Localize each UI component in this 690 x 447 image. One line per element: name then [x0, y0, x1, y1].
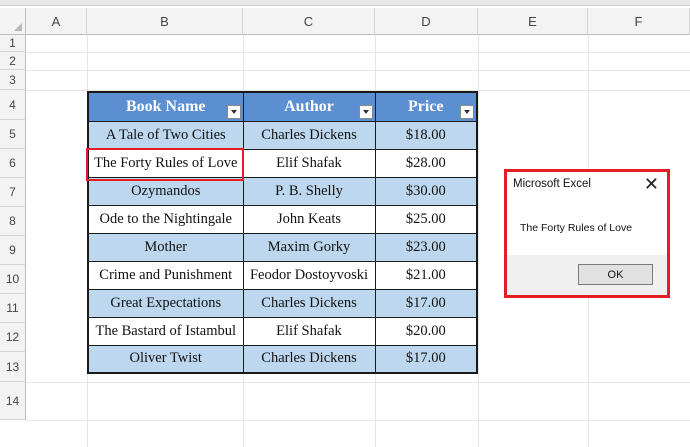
cell-author[interactable]: Elif Shafak: [242, 316, 376, 346]
cell-price[interactable]: $20.00: [374, 316, 478, 346]
books-table: Book Name Author Price A Tale of Two Cit…: [87, 91, 478, 374]
column-header-d[interactable]: D: [375, 8, 478, 35]
row-header-12[interactable]: 12: [0, 323, 26, 352]
column-header-f[interactable]: F: [588, 8, 690, 35]
table-row: Mother Maxim Gorky $23.00: [87, 232, 478, 262]
table-row: Ode to the Nightingale John Keats $25.00: [87, 204, 478, 234]
select-all-triangle-icon: [14, 23, 22, 31]
row-header-4[interactable]: 4: [0, 90, 26, 120]
header-book-name[interactable]: Book Name: [87, 91, 244, 122]
select-all-corner[interactable]: [0, 8, 26, 35]
cell-author[interactable]: Charles Dickens: [242, 120, 376, 150]
gridline: [26, 382, 690, 383]
cell-author[interactable]: Feodor Dostoyvoski: [242, 260, 376, 290]
table-row: The Bastard of Istambul Elif Shafak $20.…: [87, 316, 478, 346]
row-header-13[interactable]: 13: [0, 352, 26, 382]
cell-author[interactable]: Charles Dickens: [242, 288, 376, 318]
table-row: Crime and Punishment Feodor Dostoyvoski …: [87, 260, 478, 290]
message-box-dialog: Microsoft Excel ✕ The Forty Rules of Lov…: [504, 169, 670, 298]
cell-price[interactable]: $18.00: [374, 120, 478, 150]
row-header-10[interactable]: 10: [0, 265, 26, 294]
cell-book-name[interactable]: Ode to the Nightingale: [87, 204, 244, 234]
selected-cell-highlight: [86, 148, 244, 181]
cell-book-name[interactable]: Mother: [87, 232, 244, 262]
header-price[interactable]: Price: [374, 91, 478, 122]
cell-price[interactable]: $30.00: [374, 176, 478, 206]
cell-price[interactable]: $25.00: [374, 204, 478, 234]
gridline: [26, 420, 690, 421]
row-header-9[interactable]: 9: [0, 236, 26, 265]
row-header-6[interactable]: 6: [0, 149, 26, 178]
table-row: A Tale of Two Cities Charles Dickens $18…: [87, 120, 478, 150]
table-row: Ozymandos P. B. Shelly $30.00: [87, 176, 478, 206]
header-label: Price: [407, 97, 444, 115]
cell-price[interactable]: $23.00: [374, 232, 478, 262]
filter-dropdown-icon[interactable]: [460, 104, 474, 119]
header-label: Author: [284, 97, 334, 115]
gridline: [26, 52, 690, 53]
cell-author[interactable]: Maxim Gorky: [242, 232, 376, 262]
cell-book-name[interactable]: The Bastard of Istambul: [87, 316, 244, 346]
gridline: [478, 35, 479, 447]
row-header-5[interactable]: 5: [0, 120, 26, 149]
column-header-a[interactable]: A: [26, 8, 87, 35]
dialog-message: The Forty Rules of Love: [520, 222, 633, 234]
column-header-b[interactable]: B: [87, 8, 243, 35]
cell-author[interactable]: John Keats: [242, 204, 376, 234]
filter-dropdown-icon[interactable]: [226, 104, 241, 119]
cell-book-name[interactable]: A Tale of Two Cities: [87, 120, 244, 150]
dialog-footer: OK: [507, 255, 667, 295]
cell-price[interactable]: $17.00: [374, 344, 478, 374]
column-header-e[interactable]: E: [478, 8, 588, 35]
row-header-11[interactable]: 11: [0, 294, 26, 323]
cell-price[interactable]: $21.00: [374, 260, 478, 290]
ok-button[interactable]: OK: [578, 264, 653, 285]
row-header-1[interactable]: 1: [0, 35, 26, 52]
column-header-c[interactable]: C: [243, 8, 375, 35]
cell-book-name[interactable]: Ozymandos: [87, 176, 244, 206]
row-header-7[interactable]: 7: [0, 178, 26, 207]
dialog-title: Microsoft Excel: [513, 178, 591, 190]
filter-dropdown-icon[interactable]: [358, 104, 373, 119]
row-header-14[interactable]: 14: [0, 382, 26, 420]
table-row: Great Expectations Charles Dickens $17.0…: [87, 288, 478, 318]
cell-book-name[interactable]: Oliver Twist: [87, 344, 244, 374]
row-header-8[interactable]: 8: [0, 207, 26, 236]
header-label: Book Name: [125, 97, 206, 115]
cell-book-name[interactable]: Great Expectations: [87, 288, 244, 318]
close-icon[interactable]: ✕: [644, 175, 659, 193]
cell-author[interactable]: Elif Shafak: [242, 148, 376, 178]
cell-author[interactable]: P. B. Shelly: [242, 176, 376, 206]
table-row: Oliver Twist Charles Dickens $17.00: [87, 344, 478, 374]
ribbon-edge: [0, 0, 690, 6]
gridline: [26, 70, 690, 71]
cell-book-name[interactable]: Crime and Punishment: [87, 260, 244, 290]
cell-price[interactable]: $17.00: [374, 288, 478, 318]
header-author[interactable]: Author: [242, 91, 376, 122]
row-header-2[interactable]: 2: [0, 52, 26, 70]
cell-price[interactable]: $28.00: [374, 148, 478, 178]
cell-author[interactable]: Charles Dickens: [242, 344, 376, 374]
row-header-3[interactable]: 3: [0, 70, 26, 90]
